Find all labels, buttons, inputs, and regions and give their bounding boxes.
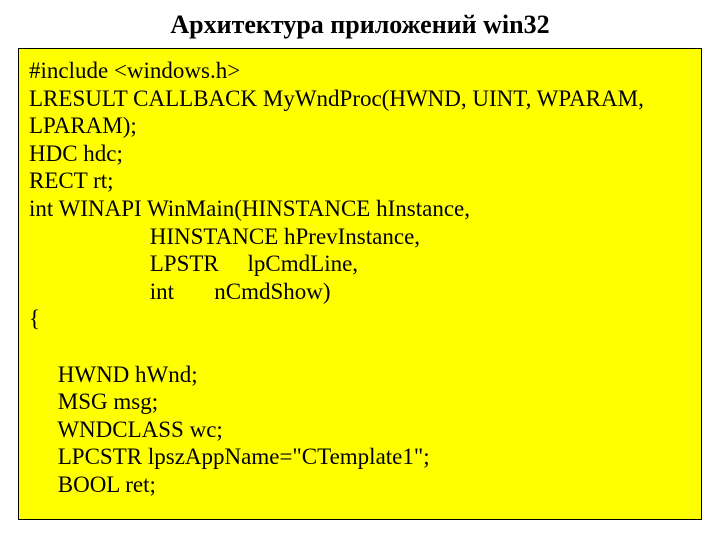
- code-line: #include <windows.h>: [29, 57, 691, 85]
- code-line: int WINAPI WinMain(HINSTANCE hInstance,: [29, 195, 691, 223]
- code-line: LPARAM);: [29, 112, 691, 140]
- code-line: MSG msg;: [29, 388, 691, 416]
- code-line: HDC hdc;: [29, 140, 691, 168]
- code-line: {: [29, 305, 691, 333]
- code-line: int nCmdShow): [29, 278, 691, 306]
- code-line: HWND hWnd;: [29, 361, 691, 389]
- code-line: HINSTANCE hPrevInstance,: [29, 223, 691, 251]
- slide-title: Архитектура приложений win32: [0, 0, 720, 48]
- code-box: #include <windows.h> LRESULT CALLBACK My…: [18, 48, 702, 520]
- code-line: LPCSTR lpszAppName="CTemplate1";: [29, 443, 691, 471]
- slide: Архитектура приложений win32 #include <w…: [0, 0, 720, 540]
- code-line: LPSTR lpCmdLine,: [29, 250, 691, 278]
- code-line: RECT rt;: [29, 167, 691, 195]
- code-line: LRESULT CALLBACK MyWndProc(HWND, UINT, W…: [29, 85, 691, 113]
- code-line: WNDCLASS wc;: [29, 416, 691, 444]
- code-line: BOOL ret;: [29, 471, 691, 499]
- code-line: [29, 333, 691, 361]
